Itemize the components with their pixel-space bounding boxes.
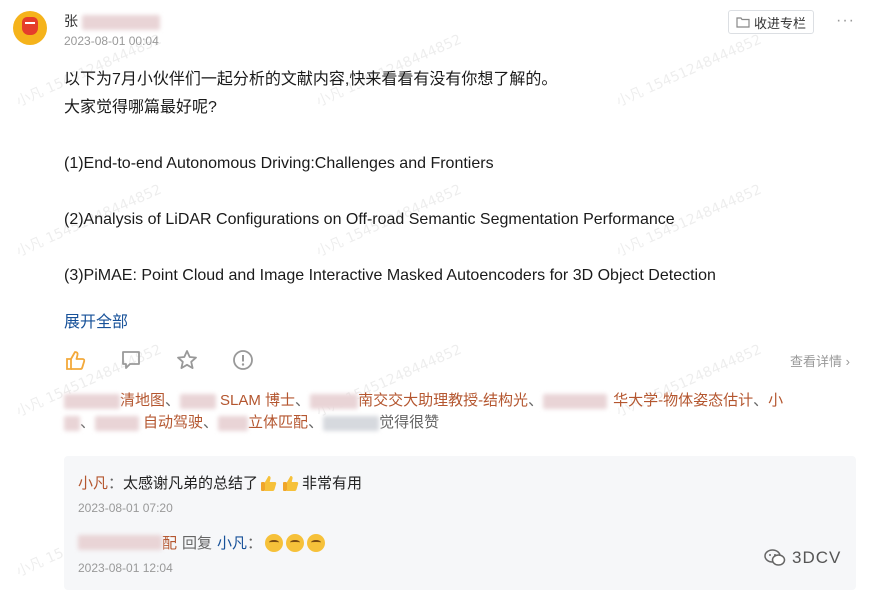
separator: 、 xyxy=(753,392,769,409)
paper-title: (1)End-to-end Autonomous Driving:Challen… xyxy=(64,155,494,172)
view-details-label: 查看详情 xyxy=(790,354,843,369)
post-body: 以下为7月小伙伴们一起分析的文献内容,快来看看有没有你想了解的。 大家觉得哪篇最… xyxy=(64,66,854,290)
thumbs-up-icon[interactable] xyxy=(64,349,86,371)
liker-name[interactable]: 华大学-物体姿态估计 xyxy=(613,390,753,412)
paper-title: (3)PiMAE: Point Cloud and Image Interact… xyxy=(64,267,716,284)
comment: 小凡 ： 太感谢凡弟的总结了 非常有用 xyxy=(78,472,362,493)
liker-name[interactable]: 南交交大助理教授-结构光 xyxy=(358,390,528,412)
username[interactable]: 张 xyxy=(64,11,160,31)
more-dots-icon[interactable]: ··· xyxy=(836,12,855,30)
comments-panel: 小凡 ： 太感谢凡弟的总结了 非常有用 2023-08-01 07:20 配 回… xyxy=(64,456,856,590)
wechat-icon xyxy=(764,549,786,566)
liker-name[interactable]: 立体匹配 xyxy=(248,412,308,434)
brand-watermark: 3DCV xyxy=(764,548,841,568)
chevron-right-icon: › xyxy=(845,354,850,369)
post-line: 以下为7月小伙伴们一起分析的文献内容,快来看看有没有你想了解的。 xyxy=(64,71,558,88)
redacted-name xyxy=(310,393,359,409)
redacted-name xyxy=(64,393,120,409)
redacted-name xyxy=(323,415,380,431)
redacted-name xyxy=(78,535,162,550)
star-icon[interactable] xyxy=(176,349,198,371)
separator: 、 xyxy=(203,414,219,431)
comment-timestamp: 2023-08-01 12:04 xyxy=(78,561,173,575)
paper-title: (2)Analysis of LiDAR Configurations on O… xyxy=(64,211,675,228)
redacted-name xyxy=(64,415,80,431)
avatar-eyes xyxy=(25,22,35,26)
likers-list: 清地图 、 SLAM 博士 、 南交交大助理教授-结构光 、 华大学-物体姿态估… xyxy=(64,390,864,434)
separator: 、 xyxy=(295,392,311,409)
colon: ： xyxy=(108,475,124,492)
thinking-emoji-icon xyxy=(265,533,284,552)
comment-timestamp: 2023-08-01 07:20 xyxy=(78,501,173,515)
redacted-name xyxy=(95,415,140,431)
post-line-blank xyxy=(64,178,854,206)
expand-all-link[interactable]: 展开全部 xyxy=(64,308,128,332)
thumbs-up-emoji-icon xyxy=(261,475,277,491)
liker-name[interactable]: SLAM 博士 xyxy=(220,390,295,412)
comment-author[interactable]: 小凡 xyxy=(78,472,108,493)
username-text: 张 xyxy=(64,13,78,29)
separator: 、 xyxy=(308,414,324,431)
collect-to-column-button[interactable]: 收进专栏 xyxy=(728,10,814,34)
separator: 、 xyxy=(80,414,96,431)
action-bar xyxy=(64,348,254,372)
avatar[interactable] xyxy=(13,11,47,45)
separator: 、 xyxy=(165,392,181,409)
thinking-emoji-icon xyxy=(286,533,305,552)
reply-target[interactable]: 小凡 xyxy=(217,532,247,553)
separator: 、 xyxy=(528,392,544,409)
collect-button-label: 收进专栏 xyxy=(753,15,806,31)
redacted-name xyxy=(218,415,249,431)
likers-suffix: 觉得很赞 xyxy=(379,414,440,431)
redacted-name xyxy=(543,393,608,409)
comment-icon[interactable] xyxy=(120,349,142,371)
thinking-emoji-icon xyxy=(307,533,326,552)
comment-text: 太感谢凡弟的总结了 xyxy=(123,475,259,492)
redacted-name xyxy=(180,393,217,409)
post-timestamp: 2023-08-01 00:04 xyxy=(64,34,159,48)
avatar-face xyxy=(22,17,38,35)
report-icon[interactable] xyxy=(232,349,254,371)
post-line-blank xyxy=(64,122,854,150)
view-details-link[interactable]: 查看详情 › xyxy=(790,351,850,370)
post-line: 大家觉得哪篇最好呢? xyxy=(64,99,217,116)
username-redacted xyxy=(81,14,160,30)
liker-name[interactable]: 自动驾驶 xyxy=(143,412,203,434)
brand-name: 3DCV xyxy=(792,548,842,567)
colon: ： xyxy=(247,535,263,552)
thumbs-up-emoji-icon xyxy=(283,475,299,491)
likers-row: 、 自动驾驶 、 立体匹配 、 觉得很赞 xyxy=(64,412,864,434)
folder-icon xyxy=(736,17,750,28)
liker-name[interactable]: 清地图 xyxy=(120,390,165,412)
comment-reply: 配 回复 小凡 ： xyxy=(78,532,326,553)
liker-name[interactable]: 小 xyxy=(768,390,783,412)
comment-text: 非常有用 xyxy=(302,475,363,492)
reply-word: 回复 xyxy=(182,535,213,552)
post-line-blank xyxy=(64,234,854,262)
comment-author[interactable]: 配 xyxy=(162,532,177,553)
likers-row: 清地图 、 SLAM 博士 、 南交交大助理教授-结构光 、 华大学-物体姿态估… xyxy=(64,390,864,412)
